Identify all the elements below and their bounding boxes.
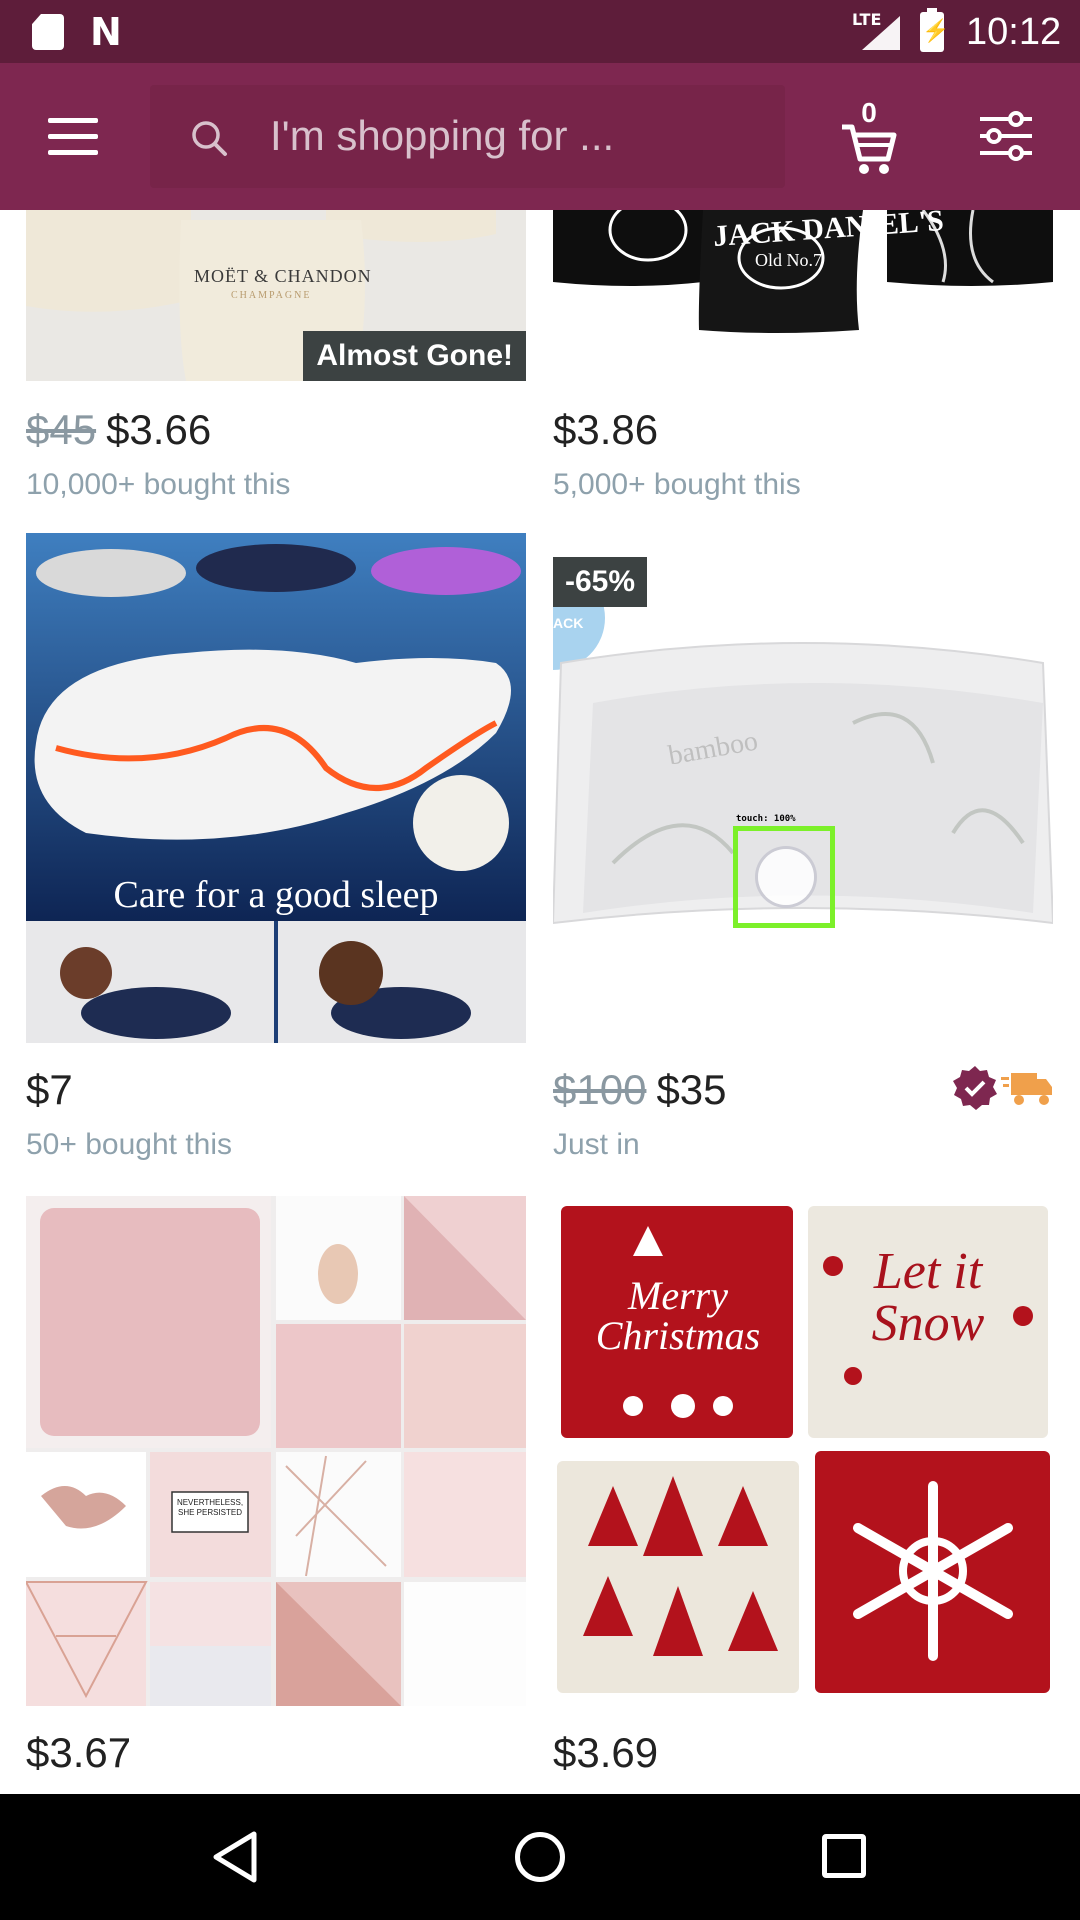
price-row: $7 (26, 1066, 526, 1122)
product-image-brand-subtext: Old No.7 (755, 250, 822, 270)
touch-indicator (733, 826, 835, 928)
battery-charging-icon (920, 8, 949, 52)
product-card[interactable]: JACK DANIEL'S Old No.7 $3.86 5,000+ boug… (553, 210, 1053, 510)
product-image[interactable]: ACK bamboo -65% (553, 533, 1053, 1043)
listing-status: Just in (553, 1128, 640, 1161)
product-card[interactable]: Merry Christmas Let it Snow $3.69 (553, 1196, 1053, 1794)
product-image-text-let-it-snow: Let it Snow (871, 1243, 985, 1352)
product-card[interactable]: NEVERTHELESS, SHE PERSISTED $3.67 (26, 1196, 526, 1794)
menu-icon[interactable] (48, 118, 98, 156)
sale-price: $35 (656, 1066, 727, 1113)
touch-point (758, 849, 814, 905)
back-icon[interactable] (210, 1830, 260, 1884)
clock: 10:12 (966, 11, 1062, 53)
sale-price: $3.66 (106, 406, 212, 453)
status-bar: N LTE 10:12 (0, 0, 1080, 63)
search-bar[interactable] (150, 85, 785, 188)
product-image[interactable]: Care for a good sleep (26, 533, 526, 1043)
purchase-count: 50+ bought this (26, 1128, 233, 1161)
product-image-brand-subtext: CHAMPAGNE (231, 290, 312, 301)
verified-badge-icon (953, 1066, 997, 1110)
product-image[interactable]: Merry Christmas Let it Snow (553, 1196, 1053, 1706)
product-image-corner-text: ACK (553, 615, 584, 631)
price: $3.67 (26, 1729, 132, 1776)
app-bar: 0 (0, 63, 1080, 210)
purchase-count: 10,000+ bought this (26, 468, 291, 501)
purchase-count: 5,000+ bought this (553, 468, 801, 501)
recent-apps-icon[interactable] (822, 1834, 866, 1878)
original-price: $100 (553, 1066, 647, 1113)
product-image-text-merry-christmas: Merry Christmas (595, 1273, 761, 1358)
product-image[interactable]: JACK DANIEL'S Old No.7 (553, 210, 1053, 381)
system-nav-bar (0, 1794, 1080, 1920)
product-image-brand-text: MOËT & CHANDON (194, 266, 372, 286)
price: $3.86 (553, 406, 659, 453)
price-row: $3.69 (553, 1729, 1053, 1785)
sd-card-icon (32, 14, 64, 50)
search-icon (192, 121, 227, 156)
original-price: $45 (26, 406, 97, 453)
price-row: $45 $3.66 (26, 406, 526, 462)
cart-button[interactable]: 0 (838, 97, 898, 177)
search-input[interactable] (270, 107, 770, 165)
home-icon[interactable] (515, 1832, 565, 1882)
product-card[interactable]: Care for a good sleep $7 50+ bought this (26, 533, 526, 1173)
product-image-pillow-text: NEVERTHELESS, SHE PERSISTED (176, 1498, 244, 1517)
product-image[interactable]: MOËT & CHANDON CHAMPAGNE Almost Gone! (26, 210, 526, 381)
product-card[interactable]: MOËT & CHANDON CHAMPAGNE Almost Gone! $4… (26, 210, 526, 510)
discount-badge: -65% (553, 557, 648, 607)
price-row: $3.67 (26, 1729, 526, 1785)
price: $7 (26, 1066, 73, 1113)
cart-icon (842, 124, 897, 174)
product-image-caption: Care for a good sleep (113, 874, 439, 916)
touch-indicator-label: touch: 100% (736, 814, 796, 824)
lte-label: LTE (852, 10, 882, 29)
filter-icon[interactable] (978, 111, 1034, 161)
price: $3.69 (553, 1729, 659, 1776)
product-feed[interactable]: MOËT & CHANDON CHAMPAGNE Almost Gone! $4… (0, 210, 1080, 1794)
price-row: $3.86 (553, 406, 1053, 462)
n-notification-icon: N (90, 10, 122, 54)
fast-shipping-truck-icon (1001, 1073, 1052, 1105)
product-image[interactable]: NEVERTHELESS, SHE PERSISTED (26, 1196, 526, 1706)
almost-gone-badge: Almost Gone! (303, 331, 526, 381)
